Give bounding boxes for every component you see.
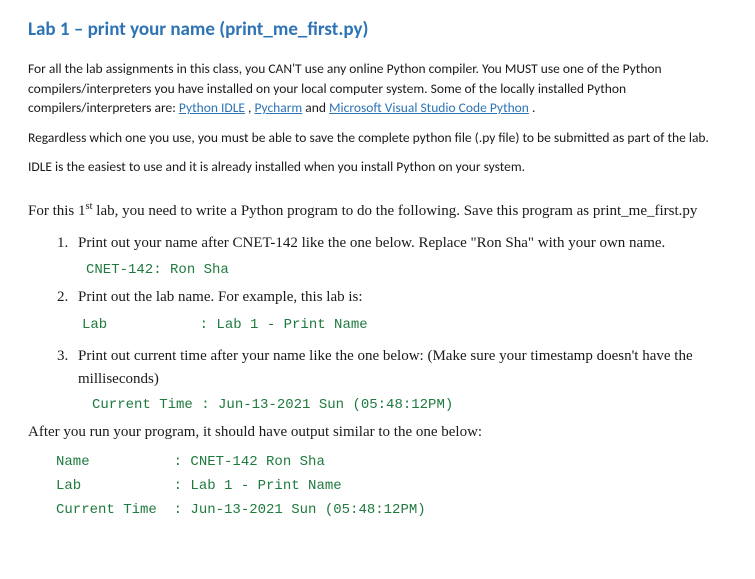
task-intro-a: For this 1 [28, 203, 86, 219]
steps-list-2: Print out the lab name. For example, thi… [28, 286, 727, 391]
step-3-code: Current Time : Jun-13-2021 Sun (05:48:12… [92, 397, 727, 413]
intro-paragraph-3: IDLE is the easiest to use and it is alr… [28, 157, 727, 177]
intro-sep2: and [305, 99, 329, 116]
link-vscode-python[interactable]: Microsoft Visual Studio Code Python [329, 99, 529, 116]
step-1-text: Print out your name after CNET-142 like … [78, 235, 665, 251]
page-title: Lab 1 – print your name (print_me_first.… [28, 18, 727, 41]
sample-output-line-2: Lab : Lab 1 - Print Name [56, 478, 727, 494]
closing-text: After you run your program, it should ha… [28, 421, 727, 444]
step-1: Print out your name after CNET-142 like … [72, 232, 727, 255]
intro-end: . [532, 99, 535, 116]
step-3: Print out current time after your name l… [72, 345, 727, 392]
steps-list: Print out your name after CNET-142 like … [28, 232, 727, 255]
task-intro-b: lab, you need to write a Python program … [93, 203, 698, 219]
step-1-code: CNET-142: Ron Sha [86, 262, 727, 278]
step-3-text: Print out current time after your name l… [78, 348, 693, 387]
task-intro-sup: st [86, 201, 93, 212]
intro-paragraph-2: Regardless which one you use, you must b… [28, 128, 727, 148]
link-pycharm[interactable]: Pycharm [254, 99, 302, 116]
task-intro: For this 1st lab, you need to write a Py… [28, 199, 727, 223]
intro-paragraph-1: For all the lab assignments in this clas… [28, 59, 727, 118]
step-2-code: Lab : Lab 1 - Print Name [82, 315, 727, 337]
step-2-text: Print out the lab name. For example, thi… [78, 289, 363, 305]
sample-output-line-3: Current Time : Jun-13-2021 Sun (05:48:12… [56, 502, 727, 518]
sample-output-line-1: Name : CNET-142 Ron Sha [56, 454, 727, 470]
step-2: Print out the lab name. For example, thi… [72, 286, 727, 337]
link-python-idle[interactable]: Python IDLE [179, 99, 245, 116]
